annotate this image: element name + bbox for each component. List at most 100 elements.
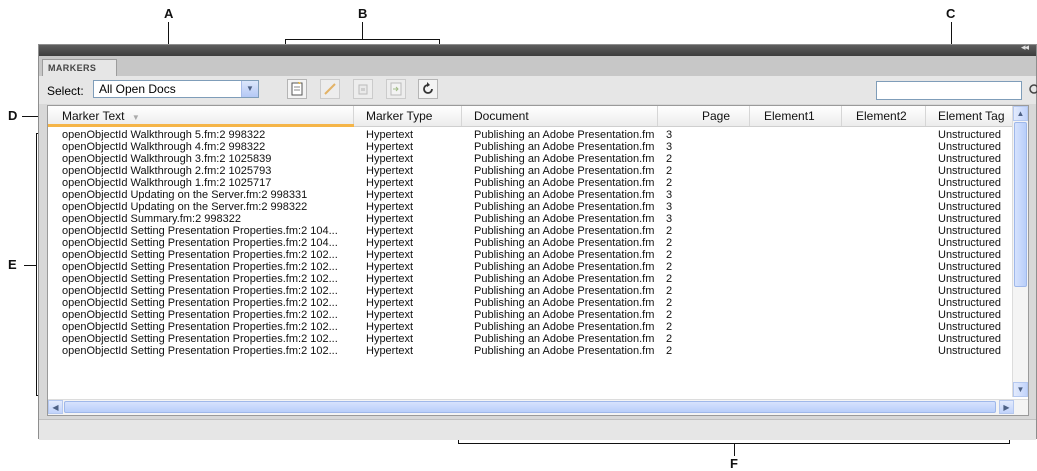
table-cell: Publishing an Adobe Presentation.fm xyxy=(474,297,655,309)
chevron-down-icon[interactable]: ▼ xyxy=(241,81,258,97)
table-cell: openObjectId Setting Presentation Proper… xyxy=(62,225,338,237)
callout-b-line xyxy=(362,22,363,39)
table-row[interactable]: openObjectId Updating on the Server.fm:2… xyxy=(48,201,1014,213)
col-header-marker-text[interactable]: Marker Text ▼ xyxy=(48,106,354,126)
table-cell: openObjectId Setting Presentation Proper… xyxy=(62,309,338,321)
markers-table: Marker Text ▼ Marker Type Document Page … xyxy=(47,105,1029,416)
scroll-right-button[interactable]: ▶ xyxy=(999,400,1014,414)
table-cell: openObjectId Walkthrough 4.fm:2 998322 xyxy=(62,141,266,153)
table-cell: Unstructured xyxy=(938,333,1001,345)
table-cell: 2 xyxy=(666,153,673,165)
vertical-scrollbar[interactable]: ▲ ▼ xyxy=(1012,106,1028,397)
col-header-element2[interactable]: Element2 xyxy=(842,106,926,126)
new-marker-button[interactable] xyxy=(287,79,307,99)
table-row[interactable]: openObjectId Walkthrough 4.fm:2 998322 Hy… xyxy=(48,141,1014,153)
table-cell: openObjectId Setting Presentation Proper… xyxy=(62,285,338,297)
go-to-marker-button[interactable] xyxy=(386,79,406,99)
col-header-document[interactable]: Document xyxy=(462,106,658,126)
callout-b-bracket xyxy=(285,39,440,40)
table-row[interactable]: openObjectId Setting Presentation Proper… xyxy=(48,345,1014,357)
table-row[interactable]: openObjectId Setting Presentation Proper… xyxy=(48,297,1014,309)
table-cell: Unstructured xyxy=(938,213,1001,225)
search-input[interactable] xyxy=(876,81,1022,100)
callout-f-bracket xyxy=(458,443,1010,444)
horizontal-scroll-thumb[interactable] xyxy=(64,401,996,413)
table-row[interactable]: openObjectId Setting Presentation Proper… xyxy=(48,237,1014,249)
table-cell: Hypertext xyxy=(366,273,414,285)
table-cell: Hypertext xyxy=(366,153,414,165)
scroll-up-button[interactable]: ▲ xyxy=(1013,106,1028,121)
table-row[interactable]: openObjectId Summary.fm:2 998322 Hypertex… xyxy=(48,213,1014,225)
table-row[interactable]: openObjectId Setting Presentation Proper… xyxy=(48,333,1014,345)
table-row[interactable]: openObjectId Setting Presentation Proper… xyxy=(48,285,1014,297)
collapse-panel-icon[interactable]: ◂◂ xyxy=(1021,43,1029,53)
table-row[interactable]: openObjectId Walkthrough 1.fm:2 1025717 H… xyxy=(48,177,1014,189)
table-cell: 2 xyxy=(666,285,673,297)
table-cell: Hypertext xyxy=(366,309,414,321)
horizontal-scrollbar[interactable]: ◀ ▶ xyxy=(48,399,1028,415)
table-cell: 3 xyxy=(666,213,673,225)
table-row[interactable]: openObjectId Setting Presentation Proper… xyxy=(48,225,1014,237)
table-cell: openObjectId Walkthrough 2.fm:2 1025793 xyxy=(62,165,272,177)
table-cell: Publishing an Adobe Presentation.fm xyxy=(474,309,655,321)
table-cell: Unstructured xyxy=(938,297,1001,309)
tab-markers[interactable]: MARKERS xyxy=(42,59,117,76)
table-row[interactable]: openObjectId Walkthrough 3.fm:2 1025839 H… xyxy=(48,153,1014,165)
table-row[interactable]: openObjectId Setting Presentation Proper… xyxy=(48,273,1014,285)
table-cell: Unstructured xyxy=(938,189,1001,201)
callout-b: B xyxy=(358,6,368,21)
table-cell: Publishing an Adobe Presentation.fm xyxy=(474,249,655,261)
table-row[interactable]: openObjectId Setting Presentation Proper… xyxy=(48,261,1014,273)
table-row[interactable]: openObjectId Walkthrough 2.fm:2 1025793 H… xyxy=(48,165,1014,177)
table-cell: Publishing an Adobe Presentation.fm xyxy=(474,285,655,297)
table-cell: 2 xyxy=(666,165,673,177)
refresh-icon xyxy=(423,82,433,94)
table-row[interactable]: openObjectId Setting Presentation Proper… xyxy=(48,309,1014,321)
col-header-element1[interactable]: Element1 xyxy=(750,106,842,126)
table-cell: 2 xyxy=(666,177,673,189)
scroll-down-button[interactable]: ▼ xyxy=(1013,382,1028,397)
edit-marker-button[interactable] xyxy=(320,79,340,99)
table-cell: Publishing an Adobe Presentation.fm xyxy=(474,345,655,357)
select-dropdown[interactable]: All Open Docs ▼ xyxy=(93,80,259,98)
table-row[interactable]: openObjectId Walkthrough 5.fm:2 998322 Hy… xyxy=(48,129,1014,141)
table-cell: Unstructured xyxy=(938,321,1001,333)
table-cell: Publishing an Adobe Presentation.fm xyxy=(474,165,655,177)
table-row[interactable]: openObjectId Setting Presentation Proper… xyxy=(48,249,1014,261)
callout-c: C xyxy=(946,6,956,21)
table-cell: Hypertext xyxy=(366,285,414,297)
table-row[interactable]: openObjectId Updating on the Server.fm:2… xyxy=(48,189,1014,201)
callout-e-line xyxy=(24,265,36,266)
table-cell: Hypertext xyxy=(366,213,414,225)
table-cell: openObjectId Updating on the Server.fm:2… xyxy=(62,189,308,201)
table-cell: Unstructured xyxy=(938,237,1001,249)
select-value: All Open Docs xyxy=(99,82,176,96)
table-cell: Hypertext xyxy=(366,165,414,177)
table-cell: Unstructured xyxy=(938,165,1001,177)
table-cell: openObjectId Updating on the Server.fm:2… xyxy=(62,201,308,213)
table-cell: Unstructured xyxy=(938,309,1001,321)
table-cell: Unstructured xyxy=(938,177,1001,189)
col-header-marker-type[interactable]: Marker Type xyxy=(354,106,462,126)
col-header-page[interactable]: Page xyxy=(658,106,750,126)
callout-d: D xyxy=(8,108,18,123)
chevron-down-icon: ▼ xyxy=(1016,385,1025,394)
col-header-element-tag[interactable]: Element Tag xyxy=(926,106,1014,126)
search-icon[interactable] xyxy=(1028,83,1037,97)
vertical-scroll-thumb[interactable] xyxy=(1014,122,1027,287)
table-cell: Hypertext xyxy=(366,237,414,249)
table-cell: Publishing an Adobe Presentation.fm xyxy=(474,237,655,249)
panel-titlebar: ◂◂ xyxy=(39,43,1036,56)
table-header: Marker Text ▼ Marker Type Document Page … xyxy=(48,106,1014,127)
table-row[interactable]: openObjectId Setting Presentation Proper… xyxy=(48,321,1014,333)
table-cell: Unstructured xyxy=(938,345,1001,357)
scroll-left-button[interactable]: ◀ xyxy=(48,400,63,414)
table-cell: openObjectId Walkthrough 3.fm:2 1025839 xyxy=(62,153,272,165)
pencil-icon xyxy=(324,83,336,95)
refresh-button[interactable] xyxy=(418,79,438,99)
delete-marker-button[interactable] xyxy=(353,79,373,99)
table-cell: 2 xyxy=(666,309,673,321)
delete-icon xyxy=(358,84,368,95)
chevron-left-icon: ◀ xyxy=(52,402,59,412)
table-cell: Hypertext xyxy=(366,129,414,141)
